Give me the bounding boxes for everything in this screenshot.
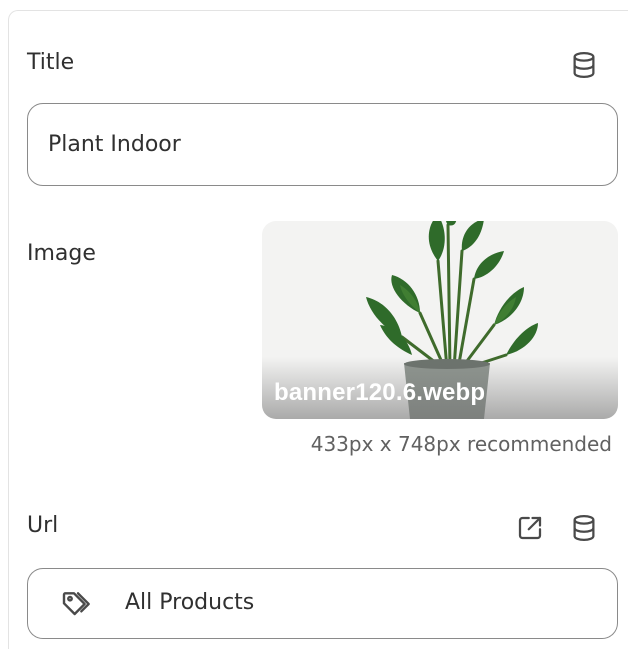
image-label: Image: [27, 241, 96, 266]
image-filename: banner120.6.webp: [274, 379, 486, 406]
url-label: Url: [27, 513, 59, 538]
image-recommendation: 433px x 748px recommended: [310, 432, 612, 456]
url-picker[interactable]: All Products: [27, 568, 618, 639]
external-link-icon[interactable]: [515, 513, 545, 547]
title-input[interactable]: Plant Indoor: [27, 103, 618, 186]
tag-icon: [60, 588, 92, 624]
image-picker[interactable]: banner120.6.webp: [262, 221, 618, 419]
title-input-value: Plant Indoor: [48, 132, 181, 157]
database-icon[interactable]: [569, 50, 599, 84]
url-value: All Products: [125, 590, 255, 615]
database-icon[interactable]: [569, 513, 599, 547]
title-label: Title: [27, 50, 75, 75]
